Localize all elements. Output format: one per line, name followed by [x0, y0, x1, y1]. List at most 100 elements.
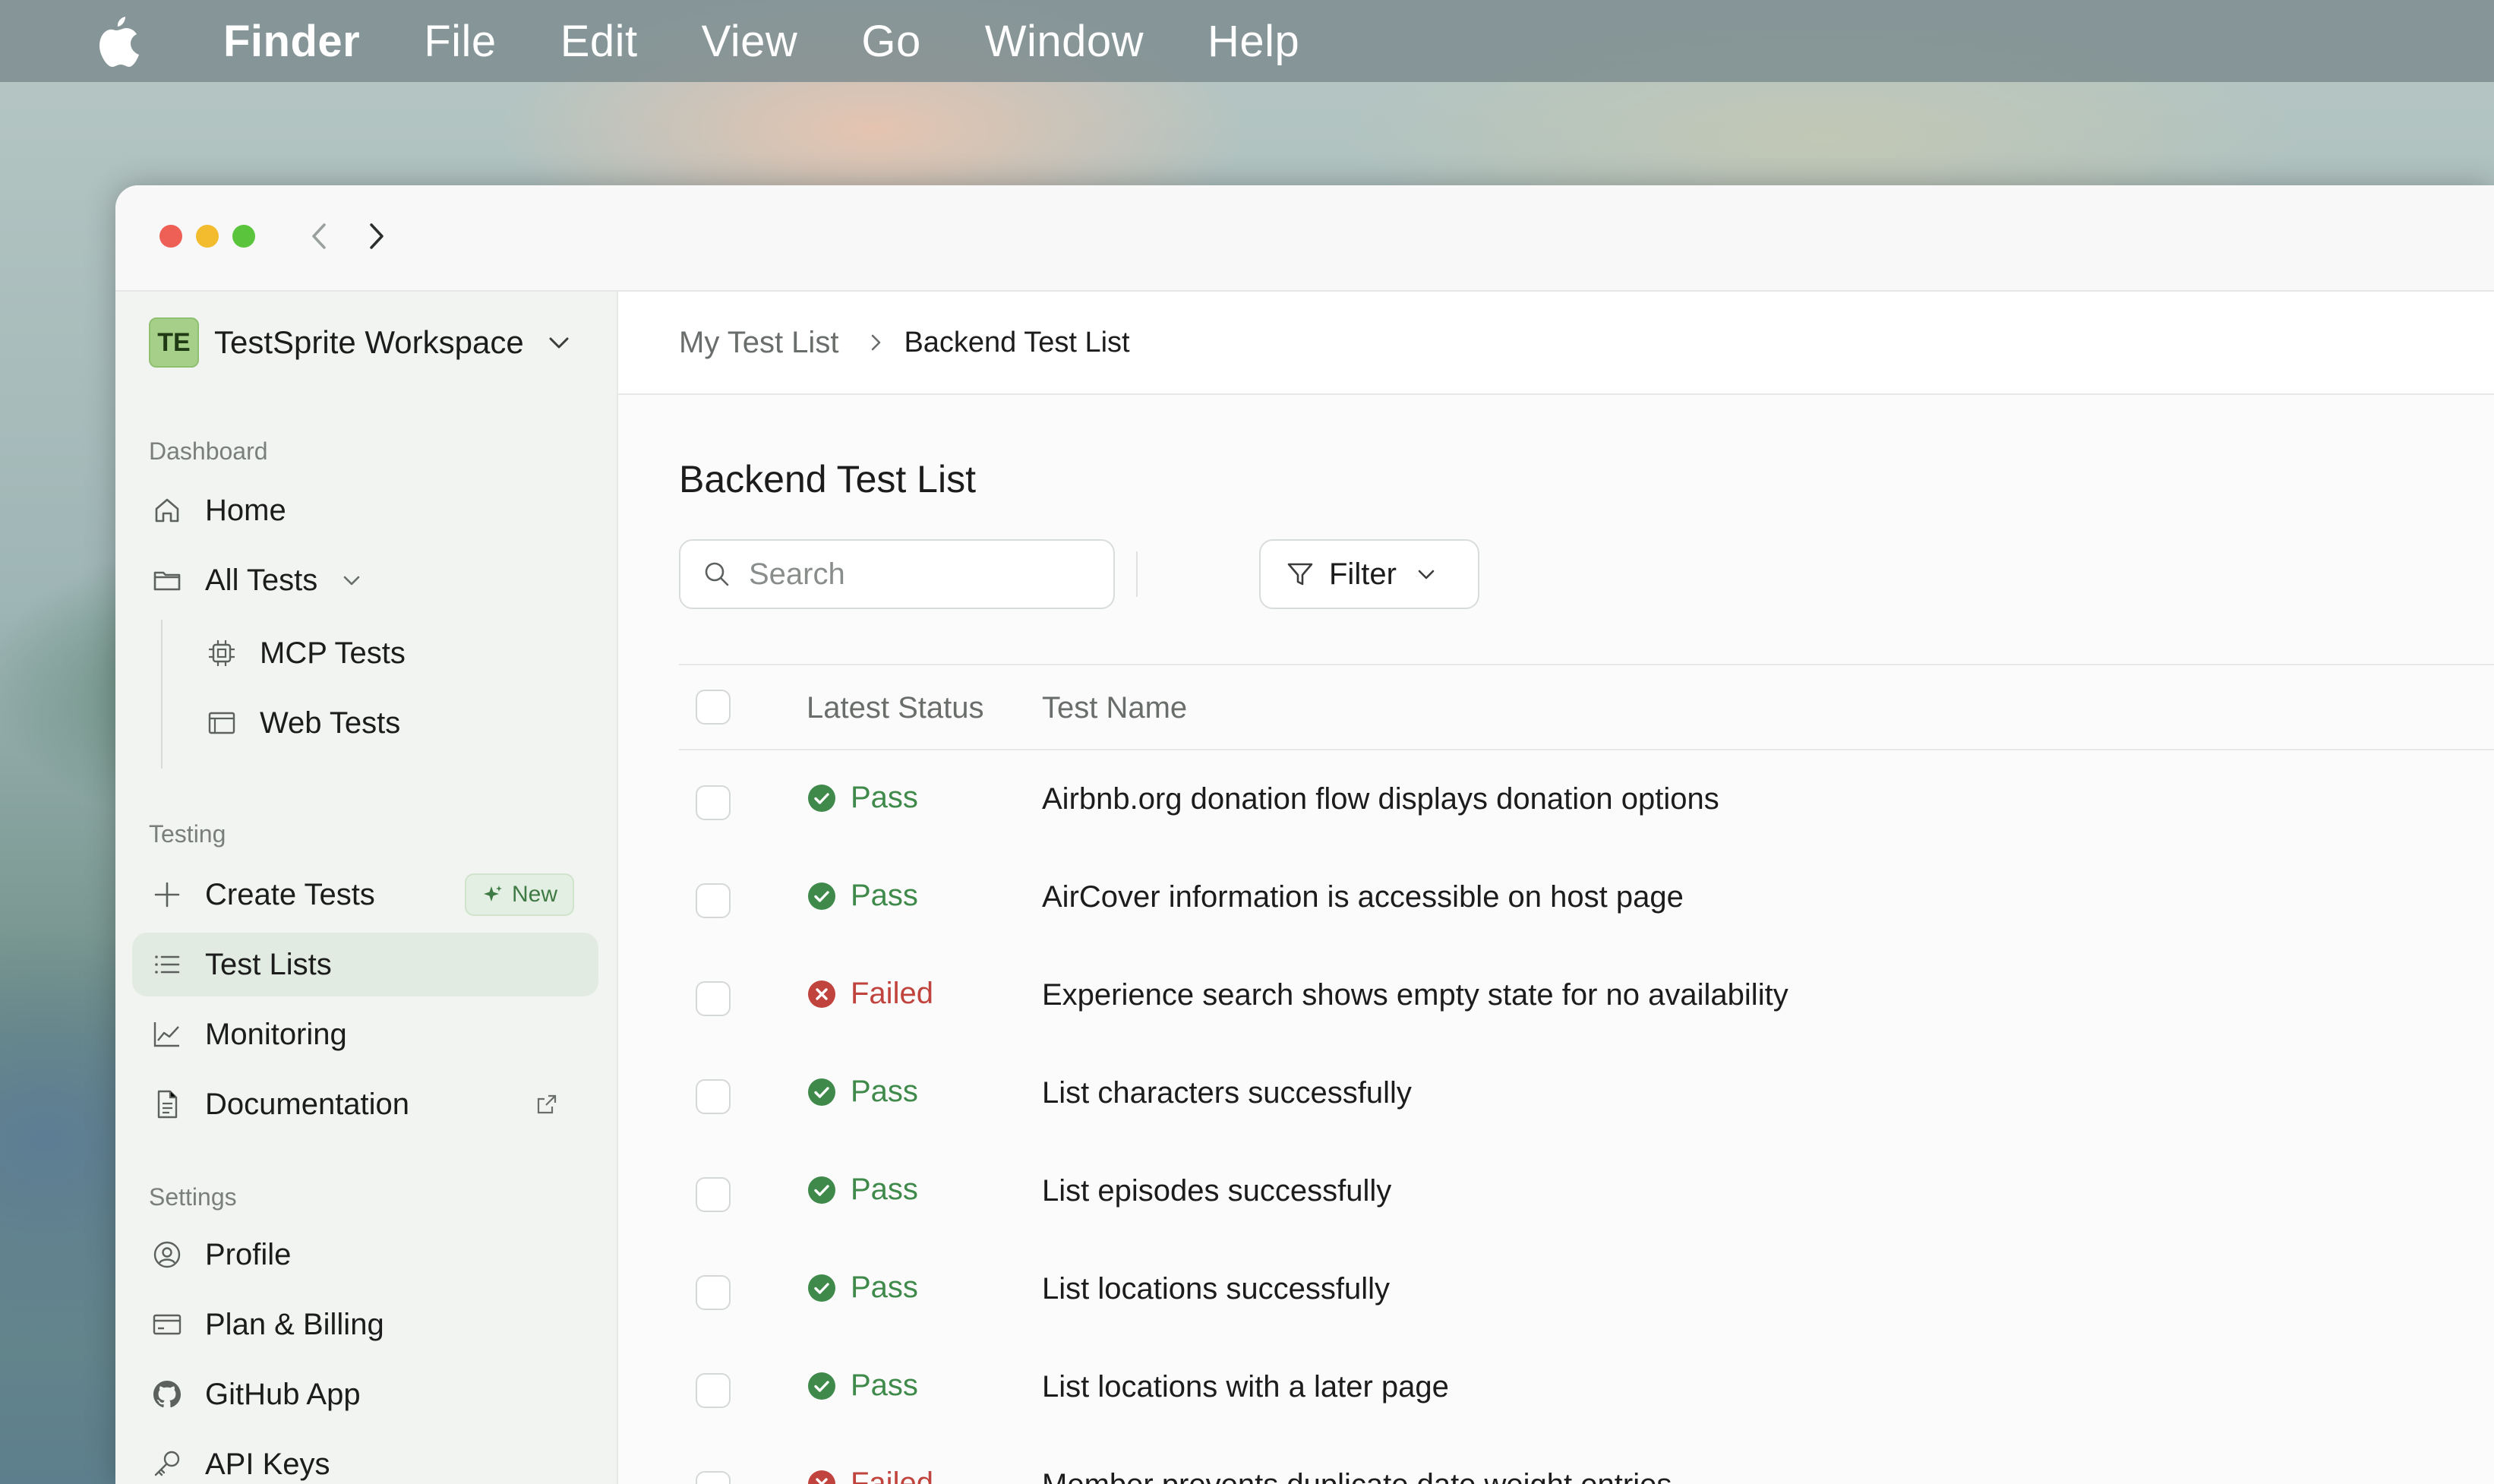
test-name[interactable]: List locations successfully	[1042, 1272, 1390, 1306]
workspace-avatar: TE	[149, 317, 199, 368]
new-badge: New	[464, 873, 574, 916]
test-name[interactable]: Experience search shows empty state for …	[1042, 978, 1788, 1012]
sidebar-item-test-lists[interactable]: Test Lists	[132, 933, 598, 996]
check-circle-icon	[808, 1372, 835, 1400]
menu-app-name[interactable]: Finder	[223, 16, 360, 67]
sidebar-item-github-app[interactable]: GitHub App	[132, 1362, 598, 1426]
chevron-down-icon	[549, 337, 569, 349]
table-row[interactable]: Pass List characters successfully	[679, 1044, 2494, 1142]
sparkle-icon	[483, 886, 502, 901]
sidebar-item-label: Documentation	[205, 1087, 410, 1121]
sidebar-item-api-keys[interactable]: API Keys	[132, 1432, 598, 1484]
table-row[interactable]: Pass List locations with a later page	[679, 1338, 2494, 1436]
sidebar-item-label: API Keys	[205, 1447, 330, 1481]
filter-icon	[1287, 563, 1313, 586]
sidebar-item-documentation[interactable]: Documentation	[132, 1072, 598, 1136]
breadcrumb-parent[interactable]: My Test List	[679, 326, 838, 360]
status-badge: Failed	[807, 977, 933, 1011]
section-label-settings: Settings	[149, 1183, 237, 1211]
menu-help[interactable]: Help	[1208, 16, 1299, 67]
table-row[interactable]: Failed Member prevents duplicate date wei…	[679, 1436, 2494, 1484]
chevron-down-icon[interactable]	[339, 567, 365, 593]
section-label-dashboard: Dashboard	[149, 437, 268, 465]
menu-file[interactable]: File	[424, 16, 496, 67]
chevron-down-icon	[1418, 570, 1435, 579]
table-row[interactable]: Pass AirCover information is accessible o…	[679, 848, 2494, 946]
table-row[interactable]: Pass List episodes successfully	[679, 1142, 2494, 1240]
menu-window[interactable]: Window	[985, 16, 1144, 67]
test-name[interactable]: List episodes successfully	[1042, 1174, 1391, 1208]
sidebar-item-label: Profile	[205, 1237, 292, 1271]
test-name[interactable]: Airbnb.org donation flow displays donati…	[1042, 782, 1719, 816]
row-checkbox[interactable]	[696, 1079, 731, 1114]
test-name[interactable]: List characters successfully	[1042, 1076, 1412, 1110]
row-checkbox[interactable]	[696, 981, 731, 1016]
check-circle-icon	[808, 1078, 835, 1106]
row-checkbox[interactable]	[696, 883, 731, 918]
search-box[interactable]	[679, 539, 1115, 609]
row-checkbox[interactable]	[696, 1373, 731, 1408]
test-name[interactable]: List locations with a later page	[1042, 1370, 1449, 1404]
table-row[interactable]: Failed Experience search shows empty stat…	[679, 946, 2494, 1044]
filter-button[interactable]: Filter	[1259, 539, 1479, 609]
row-checkbox[interactable]	[696, 1471, 731, 1484]
github-icon	[153, 1381, 181, 1408]
title-bar	[115, 185, 2494, 292]
filter-label: Filter	[1329, 557, 1397, 591]
status-label: Pass	[851, 781, 918, 814]
sidebar-item-all-tests[interactable]: All Tests	[132, 548, 598, 612]
sidebar-item-label: MCP Tests	[260, 636, 406, 670]
menu-edit[interactable]: Edit	[560, 16, 638, 67]
status-badge: Pass	[807, 1075, 918, 1109]
sidebar-item-create-tests[interactable]: Create Tests New	[132, 863, 598, 927]
x-circle-icon	[808, 980, 835, 1008]
sidebar-item-monitoring[interactable]: Monitoring	[132, 1002, 598, 1066]
row-checkbox[interactable]	[696, 785, 731, 820]
folder-icon	[153, 571, 181, 591]
search-input[interactable]	[749, 557, 1083, 592]
row-checkbox[interactable]	[696, 1177, 731, 1212]
close-window-button[interactable]	[159, 225, 182, 248]
chevron-right-icon	[872, 334, 881, 351]
test-name[interactable]: AirCover information is accessible on ho…	[1042, 880, 1684, 914]
status-label: Pass	[851, 1075, 918, 1108]
test-table: Latest Status Test Name Pass Airbnb.org d…	[679, 664, 2494, 1484]
menu-go[interactable]: Go	[861, 16, 920, 67]
apple-icon[interactable]	[90, 14, 143, 68]
chevron-right-icon[interactable]	[357, 217, 395, 255]
sidebar: TE TestSprite Workspace Dashboard Home A…	[115, 292, 618, 1484]
sidebar-item-profile[interactable]: Profile	[132, 1223, 598, 1287]
menu-view[interactable]: View	[702, 16, 798, 67]
status-label: Pass	[851, 879, 918, 912]
table-header: Latest Status Test Name	[679, 664, 2494, 750]
zoom-window-button[interactable]	[232, 225, 255, 248]
home-icon	[155, 498, 179, 523]
table-row[interactable]: Pass List locations successfully	[679, 1240, 2494, 1338]
list-icon	[155, 955, 180, 974]
menu-items: Finder File Edit View Go Window Help	[223, 0, 1363, 82]
status-badge: Pass	[807, 781, 918, 815]
sidebar-item-web-tests[interactable]: Web Tests	[132, 691, 598, 755]
column-header-name[interactable]: Test Name	[1042, 691, 1187, 725]
column-header-status[interactable]: Latest Status	[807, 691, 983, 725]
test-name[interactable]: Member prevents duplicate date weight en…	[1042, 1468, 1672, 1484]
select-all-checkbox[interactable]	[696, 690, 731, 725]
menu-bar: Finder File Edit View Go Window Help	[0, 0, 2494, 82]
row-checkbox[interactable]	[696, 1275, 731, 1310]
status-label: Pass	[851, 1369, 918, 1402]
status-badge: Pass	[807, 1271, 918, 1305]
status-badge: Pass	[807, 1173, 918, 1207]
table-row[interactable]: Pass Airbnb.org donation flow displays do…	[679, 750, 2494, 848]
sidebar-item-plan-billing[interactable]: Plan & Billing	[132, 1293, 598, 1356]
page-title: Backend Test List	[679, 458, 976, 500]
sidebar-item-home[interactable]: Home	[132, 478, 598, 542]
line-chart-icon	[153, 1022, 179, 1047]
minimize-window-button[interactable]	[196, 225, 219, 248]
sidebar-item-label: GitHub App	[205, 1377, 361, 1411]
sidebar-item-label: Plan & Billing	[205, 1307, 384, 1341]
status-badge: Failed	[807, 1467, 933, 1484]
workspace-switcher[interactable]: TE TestSprite Workspace	[149, 316, 574, 369]
search-icon	[705, 562, 729, 586]
chevron-left-icon[interactable]	[301, 217, 339, 255]
sidebar-item-mcp-tests[interactable]: MCP Tests	[132, 621, 598, 685]
